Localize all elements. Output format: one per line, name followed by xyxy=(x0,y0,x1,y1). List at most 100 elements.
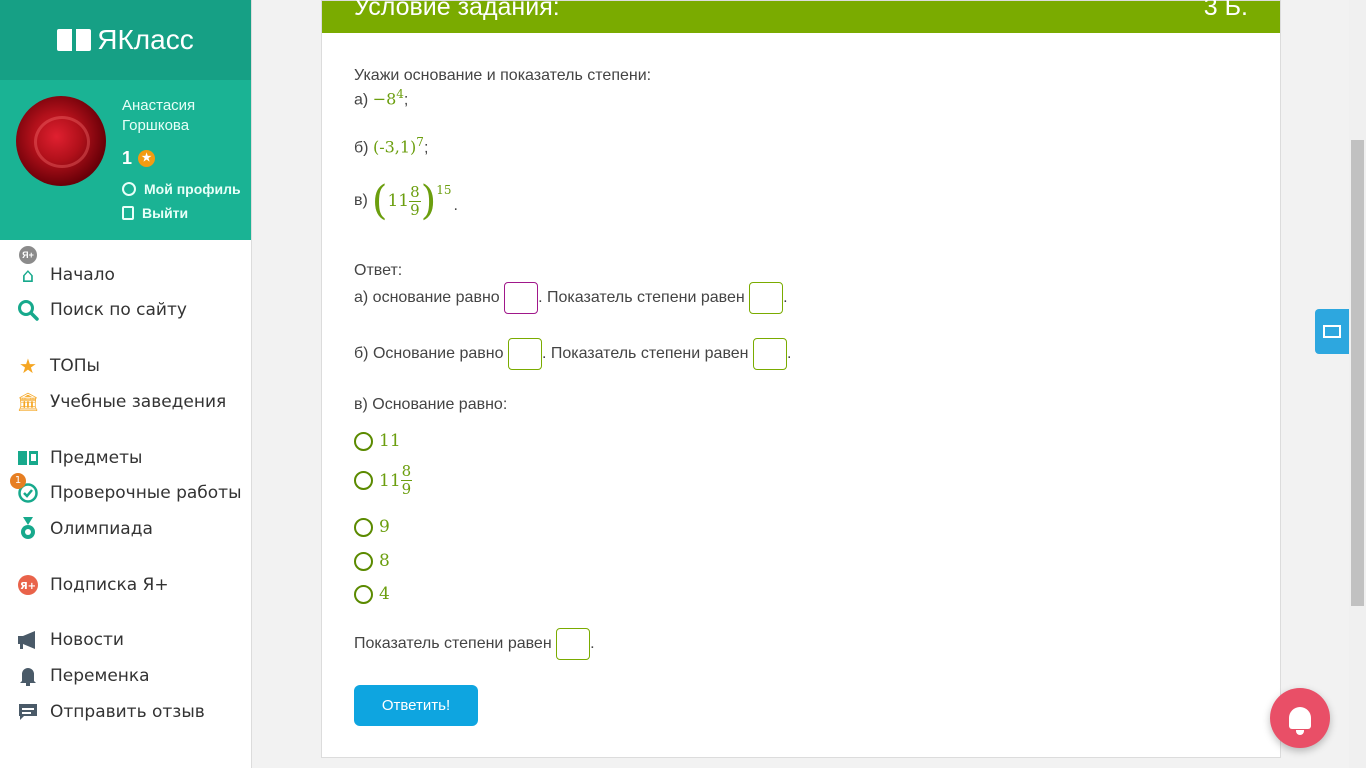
scrollbar-thumb[interactable] xyxy=(1351,140,1364,606)
option-label: 11 xyxy=(379,431,401,451)
radio-circle[interactable] xyxy=(354,584,373,604)
item-b: б) (-3,1)7; xyxy=(354,135,429,157)
ya-plus-icon: Я+ xyxy=(16,573,40,597)
logo[interactable]: ЯКласс xyxy=(0,0,251,80)
option-8[interactable]: 8 xyxy=(354,551,390,571)
option-label: 9 xyxy=(379,517,390,537)
nav-tests-label: Проверочные работы xyxy=(50,483,242,503)
option-den: 9 xyxy=(401,480,412,498)
medal-icon xyxy=(16,517,40,541)
nav-tops-label: ТОПы xyxy=(50,356,100,376)
radio-circle[interactable] xyxy=(354,517,373,537)
answer-a-exp-input[interactable] xyxy=(749,282,784,314)
answer-c-exp-row: Показатель степени равен . xyxy=(354,628,595,660)
option-11[interactable]: 11 xyxy=(354,431,401,451)
scrollbar[interactable] xyxy=(1349,0,1366,768)
task-prompt: Укажи основание и показатель степени: xyxy=(354,67,652,84)
nav-feedback-label: Отправить отзыв xyxy=(50,702,205,722)
nav-search-label: Поиск по сайту xyxy=(50,300,187,320)
nav-news[interactable]: Новости xyxy=(0,625,252,655)
search-icon xyxy=(16,298,40,322)
paren-right: ) xyxy=(420,178,437,224)
option-11-8-9[interactable]: 11 8 9 xyxy=(354,462,413,498)
item-c-den: 9 xyxy=(410,200,420,219)
avatar[interactable] xyxy=(16,96,106,186)
check-icon: 1 xyxy=(10,473,40,505)
item-a-base: −8 xyxy=(372,89,397,109)
megaphone-icon xyxy=(16,628,40,652)
svg-text:Я+: Я+ xyxy=(20,581,36,592)
book-icon xyxy=(16,446,40,470)
notifications-button[interactable] xyxy=(1270,688,1330,748)
item-b-label: б) xyxy=(354,139,369,157)
bell-icon xyxy=(16,664,40,688)
feedback-mail-button[interactable] xyxy=(1315,309,1349,354)
nav-tops[interactable]: ★ ТОПы xyxy=(0,351,252,381)
nav-subscription-label: Подписка Я+ xyxy=(50,575,169,595)
task-card: Условие задания: 3 Б. Укажи основание и … xyxy=(321,0,1281,758)
nav-feedback[interactable]: Отправить отзыв xyxy=(0,697,252,727)
item-a-exp: 4 xyxy=(396,87,404,101)
nav-break[interactable]: Переменка xyxy=(0,661,252,691)
answer-a-base-input[interactable] xyxy=(504,282,539,314)
item-c-whole: 11 xyxy=(387,191,410,211)
my-profile-label: Мой профиль xyxy=(144,181,241,197)
profile-icon xyxy=(122,182,136,196)
logout-link[interactable]: Выйти xyxy=(122,205,188,221)
logout-icon xyxy=(122,206,134,220)
option-9[interactable]: 9 xyxy=(354,517,390,537)
nav-olympiad[interactable]: Олимпиада xyxy=(0,514,252,544)
option-num: 8 xyxy=(400,462,413,481)
submit-button[interactable]: Ответить! xyxy=(354,685,478,726)
my-profile-link[interactable]: Мой профиль xyxy=(122,181,241,197)
nav-search[interactable]: Поиск по сайту xyxy=(0,295,252,325)
star-icon: ★ xyxy=(138,150,156,167)
profile-panel: Я+ Анастасия Горшкова 1 ★ Мой профиль Вы… xyxy=(0,80,251,266)
option-fraction: 8 9 xyxy=(400,462,413,498)
answer-a-exp-label: . Показатель степени равен xyxy=(538,289,745,307)
nav-break-label: Переменка xyxy=(50,666,150,686)
nav-olympiad-label: Олимпиада xyxy=(50,519,153,539)
answer-a-row: а) основание равно . Показатель степени … xyxy=(354,282,788,314)
answer-b-exp-label: . Показатель степени равен xyxy=(541,345,749,363)
book-icon xyxy=(57,29,92,51)
task-points: 3 Б. xyxy=(1203,0,1248,21)
item-a-label: а) xyxy=(354,91,369,109)
nav-tests[interactable]: 1 Проверочные работы xyxy=(0,473,252,508)
radio-circle[interactable] xyxy=(354,431,373,451)
item-c: в) ( 11 8 9 ) 15 . xyxy=(354,178,458,224)
option-label-whole: 11 xyxy=(379,470,401,491)
logout-label: Выйти xyxy=(142,205,189,221)
nav-subjects-label: Предметы xyxy=(50,448,143,468)
comment-icon xyxy=(16,700,40,724)
mail-icon xyxy=(1323,325,1341,338)
profile-name[interactable]: Анастасия Горшкова xyxy=(122,96,232,136)
nav-schools-label: Учебные заведения xyxy=(50,392,227,412)
bell-icon xyxy=(1289,707,1311,735)
option-4[interactable]: 4 xyxy=(354,584,390,604)
radio-circle[interactable] xyxy=(354,551,373,571)
radio-circle[interactable] xyxy=(354,471,373,490)
answer-b-base-input[interactable] xyxy=(507,338,542,370)
star-icon: ★ xyxy=(19,354,37,378)
answer-c-exp-input[interactable] xyxy=(556,628,591,660)
item-c-fraction: 8 9 xyxy=(409,182,421,219)
nav-subjects[interactable]: Предметы xyxy=(0,443,252,473)
home-icon: ⌂ xyxy=(21,263,35,287)
nav-schools[interactable]: 🏛 Учебные заведения xyxy=(0,387,252,417)
answer-b-base-label: б) Основание равно xyxy=(354,345,504,363)
nav-news-label: Новости xyxy=(50,630,124,650)
answer-a-base-label: а) основание равно xyxy=(354,289,500,307)
points-value: 1 xyxy=(122,148,133,168)
option-label: 8 xyxy=(379,551,390,571)
answer-c-exp-label: Показатель степени равен xyxy=(354,635,552,653)
answer-c-base-label: в) Основание равно: xyxy=(354,396,508,413)
nav-subscription[interactable]: Я+ Подписка Я+ xyxy=(0,570,252,600)
task-header: Условие задания: 3 Б. xyxy=(322,0,1280,33)
answer-b-exp-input[interactable] xyxy=(752,338,787,370)
nav-home[interactable]: ⌂ Начало xyxy=(0,260,252,290)
item-c-num: 8 xyxy=(409,182,421,202)
paren-left: ( xyxy=(371,178,388,224)
item-c-exp: 15 xyxy=(436,183,452,197)
profile-points: 1 ★ xyxy=(122,148,156,169)
